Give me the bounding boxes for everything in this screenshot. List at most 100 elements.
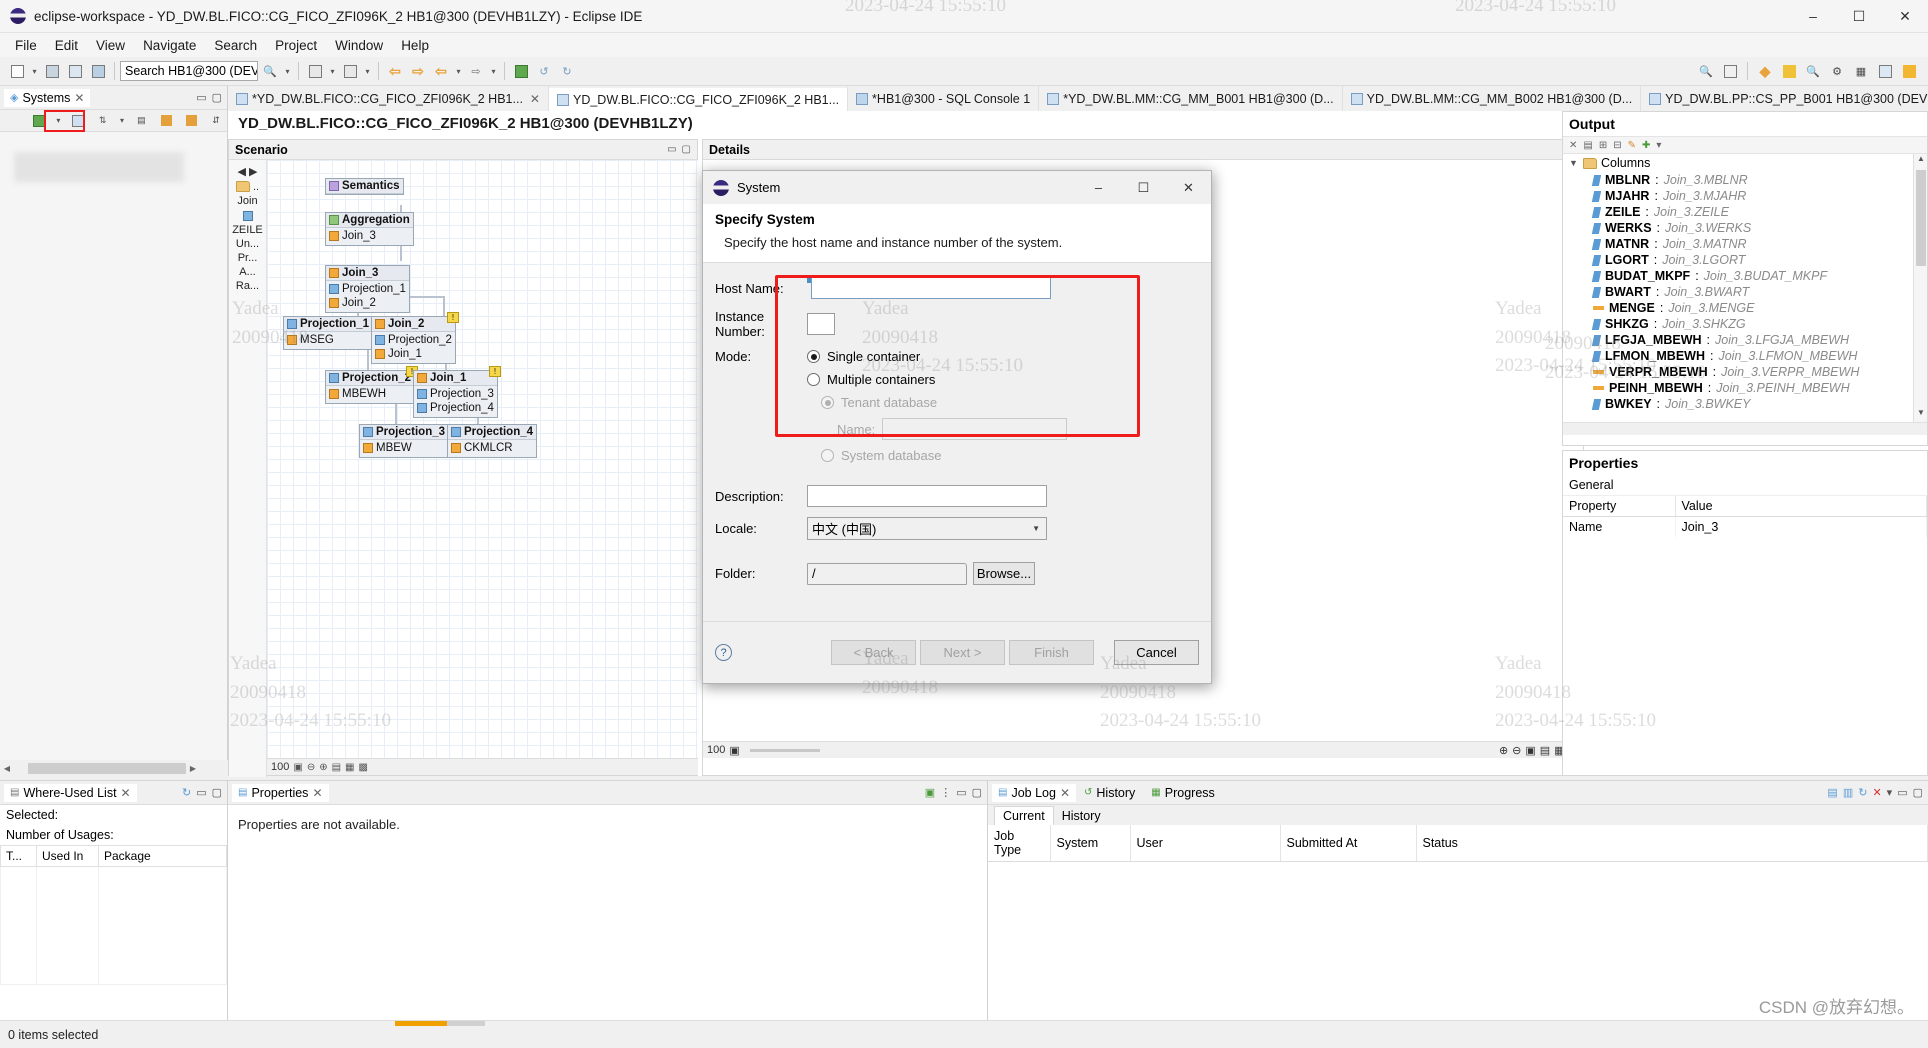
pin-icon[interactable]: ▣: [925, 786, 935, 799]
back-arrow-icon[interactable]: ⇦: [384, 60, 406, 82]
radio-icon[interactable]: [807, 373, 820, 386]
palette-collapse-right-icon[interactable]: ▶: [249, 165, 257, 178]
cancel-button[interactable]: Cancel: [1114, 640, 1199, 665]
column-header-used-in[interactable]: Used In: [36, 845, 99, 867]
close-icon[interactable]: ✕: [1060, 786, 1070, 800]
run-dropdown-icon[interactable]: ▾: [362, 60, 373, 82]
maximize-view-icon[interactable]: ▢: [212, 786, 222, 799]
close-icon[interactable]: ✕: [1569, 140, 1577, 151]
locale-select[interactable]: 中文 (中国) ▼: [807, 517, 1047, 540]
window-minimize-button[interactable]: –: [1790, 0, 1836, 33]
output-column-row[interactable]: MATNR: Join_3.MATNR: [1563, 236, 1927, 252]
node-child-row[interactable]: Join_3: [329, 229, 410, 243]
menu-view[interactable]: View: [87, 36, 134, 55]
graph-node-projection-3[interactable]: Projection_3 MBEW: [359, 424, 450, 458]
column-header-system[interactable]: System: [1050, 825, 1131, 862]
table-row[interactable]: Name Join_3: [1563, 516, 1927, 537]
toolbar-star-icon[interactable]: [1898, 60, 1920, 82]
toolbar-open-perspective-icon[interactable]: ◆: [1754, 60, 1776, 82]
layout-icon[interactable]: ▤: [332, 762, 341, 773]
zoom-out-icon[interactable]: ⊖: [307, 762, 315, 773]
minimize-view-icon[interactable]: ▭: [196, 91, 206, 104]
scroll-thumb[interactable]: [1916, 170, 1926, 266]
collapse-all-icon[interactable]: [67, 110, 89, 132]
scroll-thumb[interactable]: [28, 762, 186, 774]
editor-tab-1[interactable]: YD_DW.BL.FICO::CG_FICO_ZFI096K_2 HB1...: [548, 86, 849, 111]
properties-view-menu-icon[interactable]: ⋮: [940, 786, 951, 799]
search-dropdown-icon[interactable]: ▾: [282, 60, 293, 82]
zoom-fit-icon[interactable]: ▣: [293, 762, 302, 773]
add-system-icon[interactable]: [28, 110, 50, 132]
palette-item-aggregation[interactable]: A...: [229, 265, 266, 279]
maximize-view-icon[interactable]: ▢: [1913, 786, 1923, 799]
output-column-row[interactable]: BWKEY: Join_3.BWKEY: [1563, 396, 1927, 412]
chevron-down-icon[interactable]: ▼: [1569, 158, 1579, 168]
tab-job-log[interactable]: ▤ Job Log ✕: [992, 783, 1076, 802]
graph-node-join-2[interactable]: ! Join_2 Projection_2 Join_1: [371, 312, 459, 364]
node-child-row[interactable]: Projection_3: [417, 387, 494, 401]
minimize-view-icon[interactable]: ▭: [956, 786, 966, 799]
close-icon[interactable]: ✕: [121, 786, 131, 800]
graph-node-aggregation[interactable]: Aggregation Join_3: [325, 212, 414, 246]
toolbar-window-icon[interactable]: [1874, 60, 1896, 82]
graph-node-semantics[interactable]: Semantics: [325, 178, 404, 195]
graph-node-projection-1[interactable]: Projection_1 MSEG: [283, 316, 374, 350]
toolbar-perspective-icon[interactable]: [1719, 60, 1741, 82]
scroll-right-icon[interactable]: ▶: [186, 764, 200, 773]
output-tree-root[interactable]: ▼ Columns: [1563, 154, 1927, 172]
node-child-row[interactable]: Join_1: [375, 347, 452, 361]
folder-input[interactable]: /: [807, 562, 967, 585]
folder-icon[interactable]: [235, 181, 250, 192]
filter-icon[interactable]: ▥: [1843, 786, 1853, 799]
output-column-row[interactable]: LFMON_MBEWH: Join_3.LFMON_MBEWH: [1563, 348, 1927, 364]
column-header-job-type[interactable]: Job Type: [988, 825, 1051, 862]
minimap-icon[interactable]: ▩: [359, 762, 368, 773]
menu-file[interactable]: File: [6, 36, 46, 55]
column-header-type[interactable]: T...: [0, 845, 37, 867]
debug-dropdown-icon[interactable]: ▾: [327, 60, 338, 82]
link-editor-icon[interactable]: ⇅: [92, 110, 114, 132]
menu-search[interactable]: Search: [205, 36, 266, 55]
add-icon[interactable]: ✚: [1642, 140, 1650, 151]
output-column-row[interactable]: BUDAT_MKPF: Join_3.BUDAT_MKPF: [1563, 268, 1927, 284]
zoom-slider[interactable]: [749, 748, 820, 752]
output-column-row[interactable]: MBLNR: Join_3.MBLNR: [1563, 172, 1927, 188]
graph-node-join-1[interactable]: ! Join_1 Projection_3 Projection_4: [413, 366, 501, 418]
export-icon[interactable]: [180, 110, 202, 132]
palette-item-zeile[interactable]: ZEILE: [229, 223, 266, 237]
tab-properties[interactable]: ▤ Properties ✕: [232, 783, 329, 802]
palette-item-union[interactable]: Un...: [229, 237, 266, 251]
export-icon[interactable]: ▤: [1827, 786, 1837, 799]
mode-single-container-option[interactable]: Single container: [807, 349, 1067, 364]
console-icon[interactable]: [87, 60, 109, 82]
output-column-row[interactable]: LGORT: Join_3.LGORT: [1563, 252, 1927, 268]
expand-all-icon[interactable]: ⊞: [1599, 140, 1607, 151]
collapse-all-icon[interactable]: ⊟: [1613, 140, 1621, 151]
output-menu-icon[interactable]: ▾: [1656, 140, 1661, 151]
dialog-minimize-button[interactable]: –: [1076, 171, 1121, 204]
toolbar-search-magnifier-icon[interactable]: 🔍: [1695, 60, 1717, 82]
node-child-row[interactable]: Projection_1: [329, 282, 406, 296]
maximize-view-icon[interactable]: ▢: [972, 786, 982, 799]
import-icon[interactable]: ⇵: [205, 110, 227, 132]
description-input[interactable]: [807, 485, 1047, 507]
details-grid-icon[interactable]: ▣: [1525, 744, 1535, 757]
output-columns-tree[interactable]: ▼ Columns MBLNR: Join_3.MBLNR MJAHR: Joi…: [1563, 154, 1927, 422]
property-name-value[interactable]: Join_3: [1675, 516, 1927, 537]
close-icon[interactable]: ✕: [74, 91, 84, 105]
host-name-input[interactable]: [811, 277, 1051, 299]
tab-progress[interactable]: ▦ Progress: [1143, 786, 1222, 800]
node-child-row[interactable]: Projection_2: [375, 333, 452, 347]
output-vertical-scrollbar[interactable]: ▲ ▼: [1913, 154, 1927, 422]
dialog-close-button[interactable]: ✕: [1166, 171, 1211, 204]
column-header-user[interactable]: User: [1130, 825, 1281, 862]
details-minimap-icon[interactable]: ⊕: [1499, 744, 1508, 757]
help-icon[interactable]: ?: [715, 644, 732, 661]
output-column-row[interactable]: WERKS: Join_3.WERKS: [1563, 220, 1927, 236]
editor-tab-2[interactable]: *HB1@300 - SQL Console 1: [848, 86, 1040, 111]
mode-tenant-database-option[interactable]: Tenant database: [807, 395, 1067, 410]
browse-button[interactable]: Browse...: [973, 562, 1035, 585]
output-horizontal-scrollbar[interactable]: [1563, 422, 1927, 435]
refresh-icon[interactable]: ↻: [182, 786, 191, 799]
graph-node-projection-2[interactable]: ! Projection_2 MBEWH: [325, 366, 419, 404]
